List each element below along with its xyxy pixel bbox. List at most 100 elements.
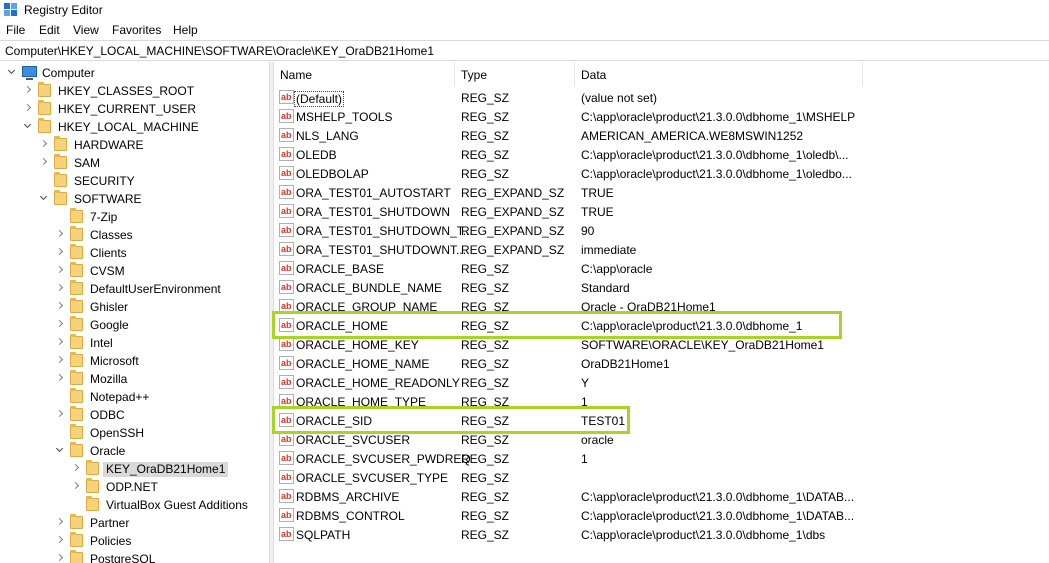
chevron-right-icon[interactable] [56, 518, 64, 526]
tree-item[interactable]: Clients [0, 244, 269, 262]
value-row[interactable]: ab ORACLE_SVCUSER_PWDREQ REG_SZ 1 [274, 449, 1049, 468]
tree-item[interactable]: Ghisler [0, 298, 269, 316]
chevron-right-icon[interactable] [56, 320, 64, 328]
column-name-label: Name [280, 68, 313, 82]
value-row[interactable]: ab NLS_LANG REG_SZ AMERICAN_AMERICA.WE8MSWI… [274, 126, 1049, 145]
chevron-right-icon[interactable] [56, 338, 64, 346]
chevron-right-icon[interactable] [56, 536, 64, 544]
tree-item[interactable]: Google [0, 316, 269, 334]
key-tree[interactable]: Computer HKEY_CLASSES_ROOT HKEY_CURRENT_US… [0, 62, 269, 563]
chevron-right-icon[interactable] [24, 104, 32, 112]
tree-item[interactable]: PostgreSQL [0, 550, 269, 563]
value-data: (value not set) [581, 91, 658, 105]
value-name: NLS_LANG [296, 129, 359, 143]
tree-item[interactable]: CVSM [0, 262, 269, 280]
folder-icon [38, 100, 51, 115]
tree-item[interactable]: KEY_OraDB21Home1 [0, 460, 269, 478]
menu-favorites[interactable]: Favorites [112, 23, 161, 37]
chevron-right-icon[interactable] [56, 410, 64, 418]
chevron-down-icon[interactable] [56, 446, 64, 454]
value-row[interactable]: ab OLEDB REG_SZ C:\app\oracle\product\21.3.… [274, 145, 1049, 164]
tree-item-label: OpenSSH [90, 426, 145, 440]
value-type: REG_SZ [461, 433, 510, 447]
column-header-name[interactable]: Name [274, 62, 455, 86]
value-data: C:\app\oracle\product\21.3.0.0\dbhome_1\… [581, 167, 852, 181]
value-type: REG_SZ [461, 338, 510, 352]
column-header-type[interactable]: Type [455, 62, 575, 86]
tree-item[interactable]: HKEY_CLASSES_ROOT [0, 82, 269, 100]
tree-item[interactable]: SECURITY [0, 172, 269, 190]
tree-item[interactable]: HKEY_LOCAL_MACHINE [0, 118, 269, 136]
tree-item[interactable]: HKEY_CURRENT_USER [0, 100, 269, 118]
value-name: ORACLE_HOME_NAME [296, 357, 430, 371]
value-row[interactable]: ab ORACLE_SVCUSER_TYPE REG_SZ [274, 468, 1049, 487]
tree-item[interactable]: Intel [0, 334, 269, 352]
tree-item[interactable]: Notepad++ [0, 388, 269, 406]
string-value-icon: ab [279, 489, 294, 503]
value-row[interactable]: ab ORA_TEST01_SHUTDOWN REG_EXPAND_SZ TRUE [274, 202, 1049, 221]
menu-file[interactable]: File [6, 23, 25, 37]
value-row[interactable]: ab OLEDBOLAP REG_SZ C:\app\oracle\product\2… [274, 164, 1049, 183]
value-row[interactable]: ab MSHELP_TOOLS REG_SZ C:\app\oracle\produc… [274, 107, 1049, 126]
chevron-right-icon[interactable] [56, 302, 64, 310]
tree-item[interactable]: OpenSSH [0, 424, 269, 442]
value-data: AMERICAN_AMERICA.WE8MSWIN1252 [581, 129, 804, 143]
value-row[interactable]: ab ORA_TEST01_AUTOSTART REG_EXPAND_SZ TRUE [274, 183, 1049, 202]
value-name: RDBMS_ARCHIVE [296, 490, 400, 504]
column-header-data[interactable]: Data [575, 62, 863, 86]
chevron-right-icon[interactable] [24, 86, 32, 94]
value-data: 90 [581, 224, 595, 238]
tree-item[interactable]: SAM [0, 154, 269, 172]
chevron-right-icon[interactable] [72, 482, 80, 490]
value-row[interactable]: ab ORACLE_BASE REG_SZ C:\app\oracle [274, 259, 1049, 278]
value-row[interactable]: ab (Default) REG_SZ (value not set) [274, 88, 1049, 107]
tree-item[interactable]: HARDWARE [0, 136, 269, 154]
menu-help[interactable]: Help [173, 23, 198, 37]
value-name: ORACLE_BUNDLE_NAME [296, 281, 443, 295]
tree-item[interactable]: Policies [0, 532, 269, 550]
value-row[interactable]: ab RDBMS_CONTROL REG_SZ C:\app\oracle\produ… [274, 506, 1049, 525]
tree-item[interactable]: Computer [0, 64, 269, 82]
tree-item[interactable]: VirtualBox Guest Additions [0, 496, 269, 514]
value-row[interactable]: ab RDBMS_ARCHIVE REG_SZ C:\app\oracle\produ… [274, 487, 1049, 506]
address-bar[interactable]: Computer\HKEY_LOCAL_MACHINE\SOFTWARE\Ora… [0, 40, 1049, 61]
tree-item-label: Partner [90, 516, 130, 530]
chevron-right-icon[interactable] [56, 554, 64, 562]
tree-item-label: 7-Zip [90, 210, 118, 224]
tree-item[interactable]: Partner [0, 514, 269, 532]
tree-item[interactable]: Oracle [0, 442, 269, 460]
chevron-right-icon[interactable] [56, 230, 64, 238]
tree-item[interactable]: Microsoft [0, 352, 269, 370]
chevron-right-icon[interactable] [56, 266, 64, 274]
chevron-right-icon[interactable] [56, 248, 64, 256]
value-row[interactable]: ab SQLPATH REG_SZ C:\app\oracle\product\21.… [274, 525, 1049, 544]
tree-item[interactable]: Mozilla [0, 370, 269, 388]
folder-icon [38, 82, 51, 97]
chevron-right-icon[interactable] [72, 464, 80, 472]
chevron-right-icon[interactable] [56, 356, 64, 364]
menu-view[interactable]: View [73, 23, 99, 37]
chevron-down-icon[interactable] [24, 122, 32, 130]
value-row[interactable]: ab ORA_TEST01_SHUTDOWNT... REG_EXPAND_SZ im… [274, 240, 1049, 259]
tree-item[interactable]: SOFTWARE [0, 190, 269, 208]
tree-item[interactable]: DefaultUserEnvironment [0, 280, 269, 298]
tree-item[interactable]: ODP.NET [0, 478, 269, 496]
chevron-right-icon[interactable] [56, 374, 64, 382]
menu-edit[interactable]: Edit [39, 23, 60, 37]
folder-icon [70, 352, 83, 367]
tree-item[interactable]: ODBC [0, 406, 269, 424]
chevron-down-icon[interactable] [8, 68, 16, 76]
value-row[interactable]: ab ORACLE_HOME_READONLY REG_SZ Y [274, 373, 1049, 392]
chevron-right-icon[interactable] [56, 284, 64, 292]
tree-item-label: Ghisler [90, 300, 129, 314]
tree-item-label: Notepad++ [90, 390, 150, 404]
value-row[interactable]: ab ORACLE_BUNDLE_NAME REG_SZ Standard [274, 278, 1049, 297]
value-row[interactable]: ab ORA_TEST01_SHUTDOWN_T... REG_EXPAND_SZ 9… [274, 221, 1049, 240]
chevron-right-icon[interactable] [40, 158, 48, 166]
tree-item[interactable]: Classes [0, 226, 269, 244]
address-path[interactable]: Computer\HKEY_LOCAL_MACHINE\SOFTWARE\Ora… [5, 44, 434, 58]
tree-item[interactable]: 7-Zip [0, 208, 269, 226]
chevron-down-icon[interactable] [40, 194, 48, 202]
chevron-right-icon[interactable] [40, 140, 48, 148]
value-row[interactable]: ab ORACLE_HOME_NAME REG_SZ OraDB21Home1 [274, 354, 1049, 373]
